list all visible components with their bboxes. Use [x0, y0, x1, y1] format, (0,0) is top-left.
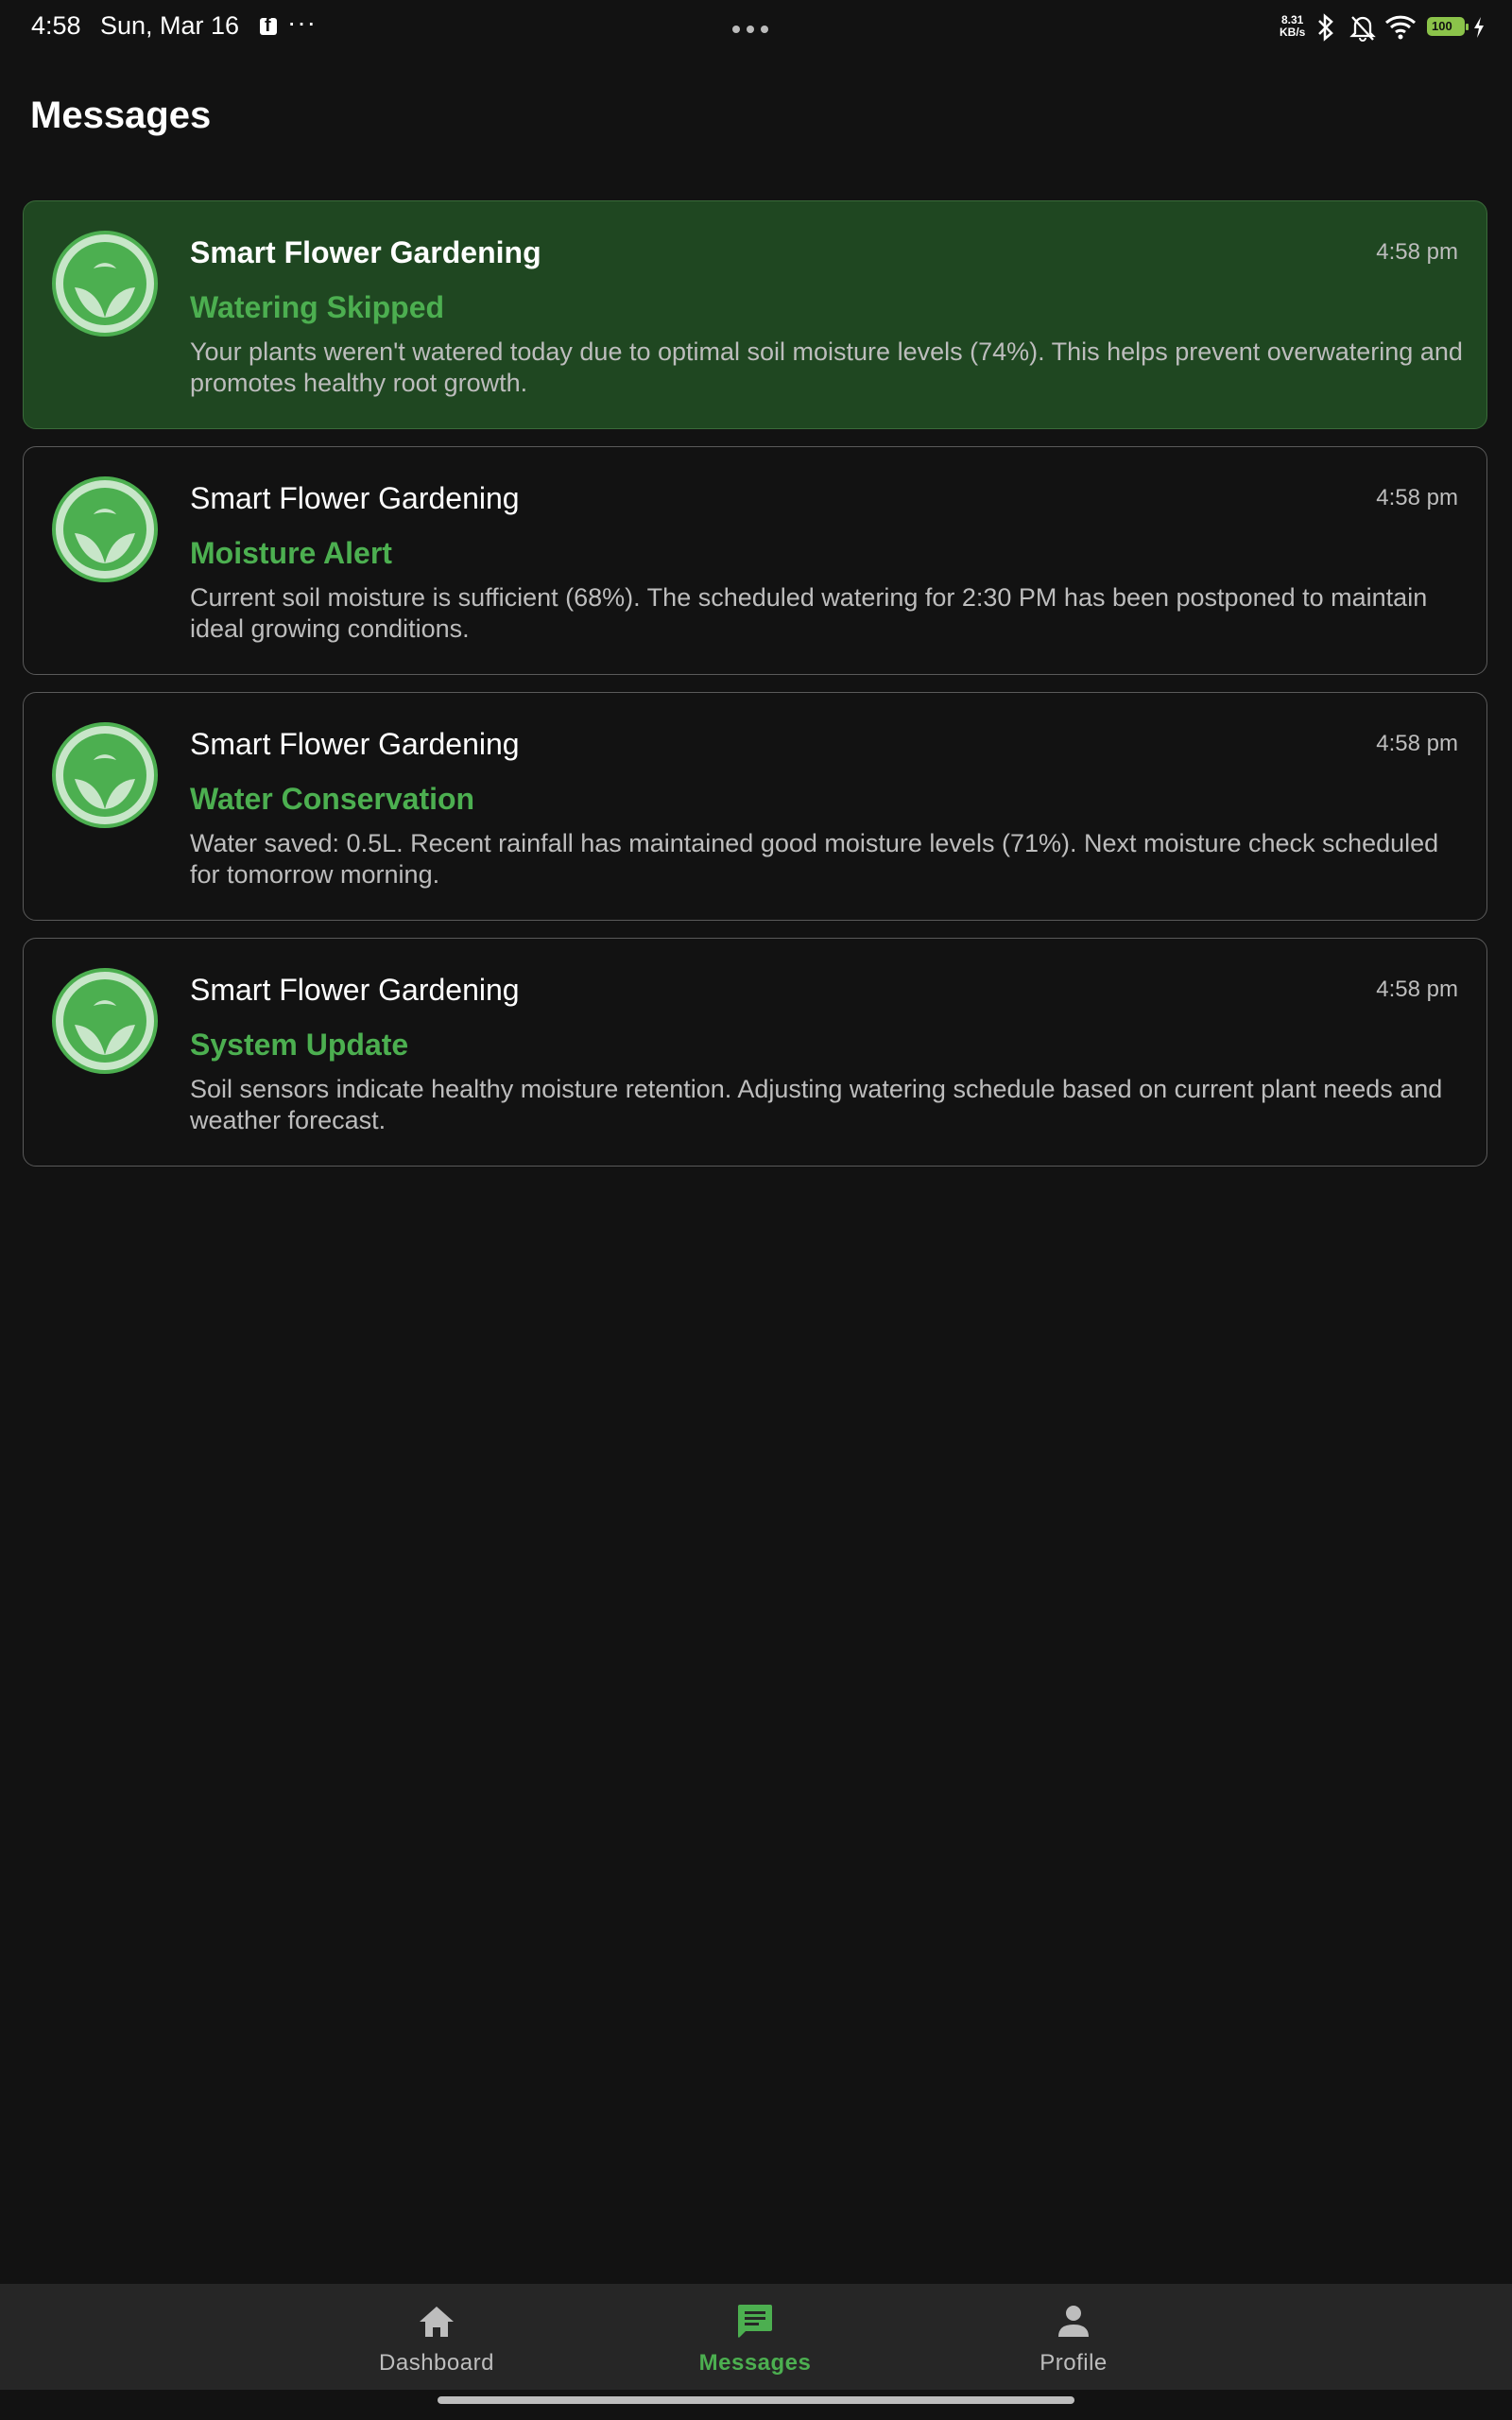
message-sender: Smart Flower Gardening	[190, 973, 520, 1007]
battery-icon: 100	[1427, 17, 1469, 36]
status-bar: 4:58 Sun, Mar 16 ··· 8.31 KB/s 100	[0, 0, 1512, 57]
sprout-icon	[63, 242, 146, 325]
sprout-icon	[63, 979, 146, 1063]
message-time: 4:58 pm	[1376, 977, 1458, 1002]
sprout-icon	[63, 734, 146, 817]
message-body: Current soil moisture is sufficient (68%…	[190, 583, 1428, 643]
nav-item-dashboard[interactable]: Dashboard	[342, 2284, 531, 2390]
home-icon	[420, 2307, 454, 2337]
message-card[interactable]: Smart Flower Gardening 4:58 pm Watering …	[23, 200, 1487, 429]
person-icon	[1058, 2306, 1089, 2337]
network-speed: 8.31 KB/s	[1280, 13, 1306, 39]
facebook-notification-icon	[260, 15, 277, 37]
app-avatar	[52, 231, 158, 337]
nav-item-profile[interactable]: Profile	[979, 2284, 1168, 2390]
message-time: 4:58 pm	[1376, 239, 1458, 265]
sprout-icon	[63, 488, 146, 571]
nav-label-profile: Profile	[1040, 2350, 1108, 2376]
status-date: Sun, Mar 16	[100, 11, 240, 40]
more-notifications-indicator: ···	[287, 8, 317, 37]
charging-icon	[1474, 17, 1484, 38]
message-subject: Watering Skipped	[190, 290, 445, 324]
message-card[interactable]: Smart Flower Gardening 4:58 pm Moisture …	[23, 446, 1487, 675]
bottom-navigation: Dashboard Messages Profile	[0, 2284, 1512, 2390]
notifications-off-icon	[1349, 16, 1376, 42]
nav-label-dashboard: Dashboard	[379, 2350, 494, 2376]
message-subject: System Update	[190, 1028, 409, 1062]
message-subject: Water Conservation	[190, 782, 475, 816]
message-sender: Smart Flower Gardening	[190, 235, 541, 269]
home-gesture-bar[interactable]	[438, 2396, 1074, 2404]
message-card[interactable]: Smart Flower Gardening 4:58 pm System Up…	[23, 938, 1487, 1167]
message-body: Water saved: 0.5L. Recent rainfall has m…	[190, 829, 1439, 889]
page-title: Messages	[30, 95, 212, 136]
nav-item-messages[interactable]: Messages	[661, 2284, 850, 2390]
app-avatar	[52, 968, 158, 1074]
message-body: Soil sensors indicate healthy moisture r…	[190, 1075, 1443, 1134]
message-body: Your plants weren't watered today due to…	[190, 337, 1463, 397]
nav-label-messages: Messages	[698, 2350, 812, 2376]
app-avatar	[52, 722, 158, 828]
message-time: 4:58 pm	[1376, 485, 1458, 510]
status-time: 4:58	[31, 11, 81, 40]
message-time: 4:58 pm	[1376, 731, 1458, 756]
message-card[interactable]: Smart Flower Gardening 4:58 pm Water Con…	[23, 692, 1487, 921]
app-avatar	[52, 476, 158, 582]
message-icon	[738, 2305, 772, 2338]
message-subject: Moisture Alert	[190, 536, 392, 570]
message-sender: Smart Flower Gardening	[190, 481, 520, 515]
wifi-icon	[1384, 15, 1417, 40]
message-sender: Smart Flower Gardening	[190, 727, 520, 761]
message-list: Smart Flower Gardening 4:58 pm Watering …	[23, 200, 1487, 1184]
multitask-handle-icon[interactable]	[732, 21, 775, 38]
bluetooth-icon	[1318, 13, 1333, 42]
